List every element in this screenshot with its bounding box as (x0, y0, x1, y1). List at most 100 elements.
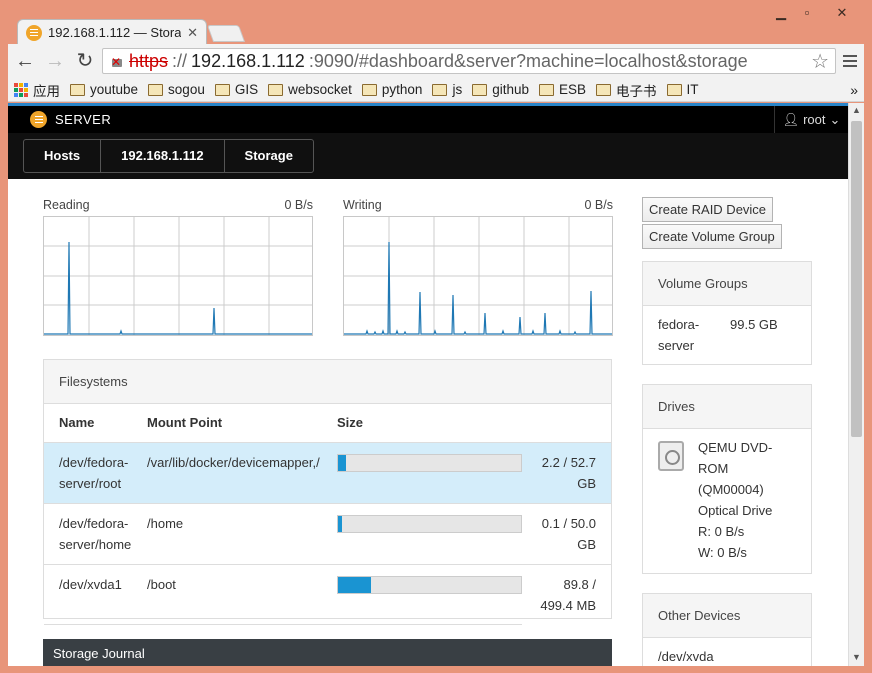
bookmark-folder[interactable]: github (472, 82, 529, 97)
browser-menu-icon[interactable] (840, 51, 860, 71)
list-item[interactable]: QEMU DVD-ROM (QM00004) Optical Drive R: … (643, 429, 811, 571)
other-devices-title: Other Devices (643, 594, 811, 638)
address-bar[interactable]: https://192.168.1.112:9090/#dashboard&se… (102, 48, 836, 74)
list-item[interactable]: fedora-server 99.5 GB (643, 306, 811, 364)
folder-icon (70, 83, 85, 96)
optical-drive-icon (658, 441, 684, 471)
bookmark-folder[interactable]: 电子书 (596, 80, 657, 100)
drive-read: R: 0 B/s (698, 524, 745, 539)
fs-size: 2.2 / 52.7 GB (522, 442, 611, 504)
bookmark-label: sogou (168, 82, 205, 97)
fs-usage (322, 564, 522, 625)
drive-name: QEMU DVD-ROM (QM00004) (698, 440, 773, 497)
reading-value: 0 B/s (284, 198, 314, 212)
fs-name: /dev/fedora-server/home (44, 503, 132, 565)
bookmark-star-icon[interactable]: ☆ (811, 49, 829, 74)
crumb-storage[interactable]: Storage (225, 140, 313, 172)
maximize-icon[interactable]: ▫ (794, 4, 820, 22)
scroll-up-icon[interactable]: ▲ (849, 103, 864, 117)
bookmark-folder[interactable]: sogou (148, 82, 205, 97)
scrollbar-thumb[interactable] (851, 121, 862, 437)
bookmark-label: 电子书 (616, 83, 657, 99)
browser-tab[interactable]: 192.168.1.112 — Stora ✕ (17, 19, 207, 45)
bookmarks-bar: 应用 youtube sogou GIS websocket python js… (8, 78, 864, 102)
bookmark-folder[interactable]: GIS (214, 82, 258, 97)
bookmark-folder[interactable]: ESB (539, 82, 586, 97)
fs-mount: /home (132, 503, 322, 565)
bookmark-folder[interactable]: youtube (70, 82, 138, 97)
insecure-lock-icon[interactable] (109, 53, 125, 69)
usage-bar (337, 514, 522, 533)
fs-usage (322, 503, 522, 565)
bookmarks-overflow-button[interactable]: » (850, 82, 858, 98)
writing-value: 0 B/s (584, 198, 614, 212)
apps-grid-icon (14, 82, 28, 97)
table-row[interactable]: /dev/fedora-server/root /var/lib/docker/… (44, 442, 611, 504)
bookmark-label: 应用 (33, 83, 60, 99)
bookmark-label: ESB (559, 82, 587, 97)
bookmark-folder[interactable]: js (432, 82, 462, 97)
tab-close-icon[interactable]: ✕ (187, 25, 198, 41)
new-tab-button[interactable] (206, 25, 246, 42)
writing-plot (344, 217, 612, 335)
drives-title: Drives (643, 385, 811, 429)
bookmark-folder[interactable]: websocket (268, 82, 352, 97)
vg-size: 99.5 GB (730, 317, 778, 332)
folder-icon (472, 83, 488, 96)
crumb-hosts[interactable]: Hosts (24, 140, 102, 172)
tab-title: 192.168.1.112 — Stora (48, 25, 182, 40)
col-name: Name (44, 404, 132, 443)
usage-bar-fill (338, 576, 371, 593)
fs-usage (322, 442, 522, 504)
user-menu[interactable]: 👤︎ root ⌄ (774, 106, 848, 133)
col-mount: Mount Point (132, 404, 322, 443)
folder-icon (148, 83, 164, 96)
list-item[interactable]: /dev/xvda (643, 638, 811, 666)
page-scrollbar[interactable]: ▲ ▼ (848, 103, 864, 666)
volume-groups-panel: Volume Groups fedora-server 99.5 GB (642, 261, 812, 365)
bookmark-label: IT (686, 82, 699, 97)
usage-bar-fill (338, 515, 342, 532)
brand-name: SERVER (55, 112, 112, 127)
url-separator: :// (172, 50, 188, 71)
table-row[interactable]: /dev/fedora-server/home /home 0.1 / 50.0… (44, 503, 611, 565)
brand-logo-icon (30, 111, 47, 128)
breadcrumb-bar: Hosts 192.168.1.112 Storage (8, 133, 848, 179)
volume-groups-title: Volume Groups (643, 262, 811, 306)
crumb-host[interactable]: 192.168.1.112 (101, 140, 225, 172)
writing-graph: Writing 0 B/s (343, 198, 613, 336)
fs-mount: /boot (132, 564, 322, 625)
folder-icon (539, 83, 554, 96)
folder-icon (268, 83, 284, 96)
chevron-down-icon: ⌄ (829, 111, 841, 127)
storage-journal-header[interactable]: Storage Journal (43, 639, 612, 666)
reading-graph: Reading 0 B/s (43, 198, 313, 336)
fs-name: /dev/xvda1 (44, 564, 132, 625)
scroll-down-icon[interactable]: ▼ (849, 650, 864, 664)
breadcrumb: Hosts 192.168.1.112 Storage (23, 139, 314, 173)
create-raid-button[interactable]: Create RAID Device (642, 197, 774, 222)
storage-content: Reading 0 B/s Writing 0 B/s Filesystems … (8, 179, 848, 666)
reload-icon[interactable]: ↻ (72, 48, 98, 74)
vg-name: fedora-server (658, 317, 700, 353)
bookmark-apps[interactable]: 应用 (14, 80, 60, 100)
writing-label: Writing (343, 198, 382, 212)
create-volume-group-button[interactable]: Create Volume Group (642, 224, 782, 249)
forward-arrow-icon[interactable]: → (42, 48, 68, 74)
fs-size: 0.1 / 50.0 GB (522, 503, 611, 565)
bookmark-folder[interactable]: IT (666, 82, 699, 97)
table-row[interactable]: /dev/xvda1 /boot 89.8 / 499.4 MB (44, 564, 611, 625)
url-host: 192.168.1.112 (191, 50, 305, 71)
usage-bar (337, 453, 522, 472)
back-arrow-icon[interactable]: ← (12, 48, 38, 74)
close-window-icon[interactable]: ✕ (820, 4, 864, 22)
bookmark-folder[interactable]: python (361, 82, 422, 97)
folder-icon (361, 83, 377, 96)
bookmark-label: js (452, 82, 463, 97)
minimize-icon[interactable]: ▁ (768, 4, 794, 22)
folder-icon (214, 83, 230, 96)
reading-label: Reading (43, 198, 90, 212)
bookmark-label: github (492, 82, 529, 97)
folder-icon (432, 83, 448, 96)
filesystems-table: Name Mount Point Size /dev/fedora-server… (44, 404, 611, 625)
